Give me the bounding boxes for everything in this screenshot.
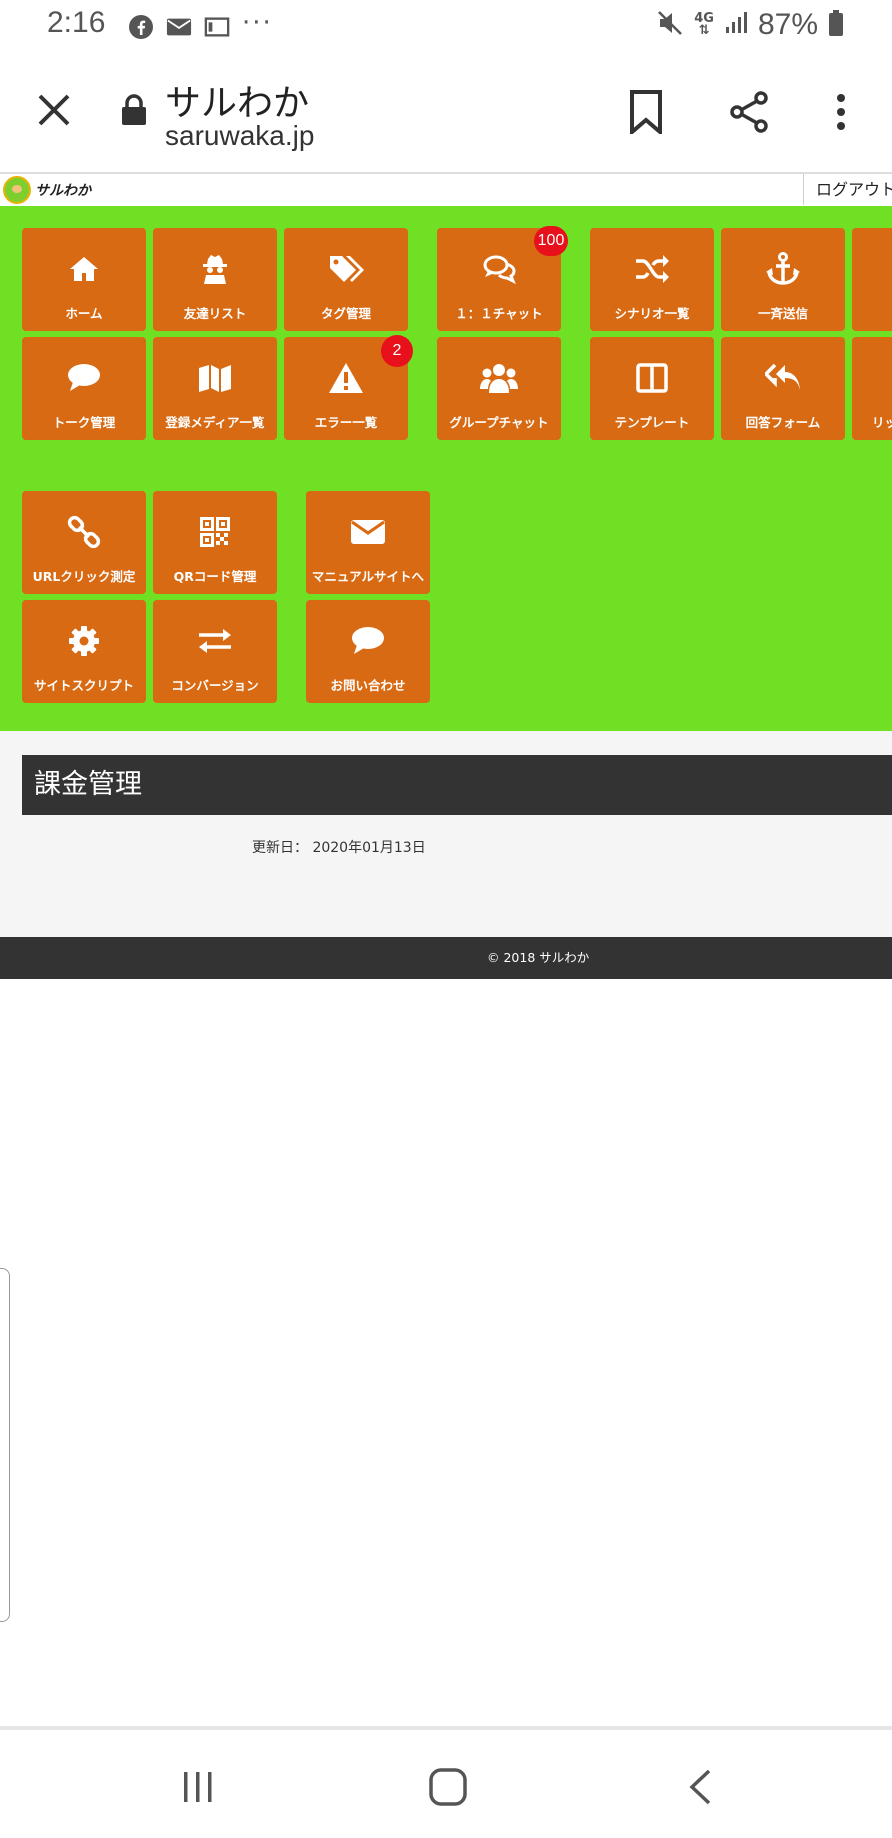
copyright-text: © 2018 サルわか: [487, 950, 590, 965]
more-options-icon[interactable]: [817, 88, 865, 136]
reply-all-icon: [721, 361, 845, 395]
menu-tile-broadcast[interactable]: 一斉送信: [721, 228, 845, 331]
notification-icons: ···: [128, 8, 273, 42]
menu-tile-conversion[interactable]: コンバージョン: [153, 600, 277, 703]
menu-tile-qr-code[interactable]: QRコード管理: [153, 491, 277, 594]
error-count-badge: 2: [381, 335, 413, 367]
menu-tile-label: QRコード管理: [173, 569, 257, 584]
logo-text: サルわか: [35, 183, 91, 199]
menu-tile-talk-management[interactable]: トーク管理: [22, 337, 146, 440]
menu-tile-site-script[interactable]: サイトスクリプト: [22, 600, 146, 703]
unread-chat-badge: 100: [534, 226, 568, 256]
link-icon: [22, 515, 146, 549]
shuffle-icon: [590, 252, 714, 286]
system-navigation-bar: [0, 1726, 892, 1838]
section-title: 課金管理: [22, 755, 892, 815]
menu-tile-group-chat[interactable]: グループチャット: [437, 337, 561, 440]
menu-tile-label: URLクリック測定: [32, 569, 136, 584]
qrcode-icon: [153, 515, 277, 549]
site-footer: © 2018 サルわか: [0, 937, 892, 979]
menu-tile-label: エラー一覧: [314, 415, 378, 430]
menu-tile-partial[interactable]: [852, 228, 892, 331]
back-icon[interactable]: [670, 1762, 730, 1812]
menu-tile-label: グループチャット: [449, 415, 549, 430]
menu-tile-label: 登録メディア一覧: [165, 415, 265, 430]
map-icon: [153, 361, 277, 395]
site-logo[interactable]: サルわか: [3, 176, 91, 204]
menu-tile-home[interactable]: ホーム: [22, 228, 146, 331]
lock-icon: [120, 94, 148, 126]
menu-tile-partial-2[interactable]: リッ: [852, 337, 892, 440]
menu-tile-label: マニュアルサイトへ: [311, 569, 425, 584]
menu-tile-label: シナリオ一覧: [614, 306, 690, 321]
menu-grid: ホーム 友達リスト タグ管理 １：１チャット 100 シナリオ一覧 一斉送信 ト…: [0, 206, 892, 731]
status-bar: 2:16 ··· 4G ⇅ 87%: [0, 0, 892, 52]
main-content: 課金管理 更新日： 2020年01月13日: [0, 731, 892, 937]
share-icon[interactable]: [725, 88, 773, 136]
gear-icon: [22, 624, 146, 658]
battery-icon: [828, 9, 844, 41]
battery-percent: 87%: [757, 8, 818, 41]
menu-tile-label: トーク管理: [52, 415, 116, 430]
menu-tile-label: リッ: [872, 415, 892, 430]
envelope-icon: [306, 515, 430, 549]
menu-tile-label: テンプレート: [614, 415, 690, 430]
home-button-icon[interactable]: [418, 1762, 478, 1812]
menu-tile-friends[interactable]: 友達リスト: [153, 228, 277, 331]
system-icons: 4G ⇅ 87%: [656, 8, 844, 42]
logout-button[interactable]: ログアウト: [803, 174, 892, 205]
menu-tile-answer-form[interactable]: 回答フォーム: [721, 337, 845, 440]
comment-icon: [306, 624, 430, 658]
menu-tile-label: 友達リスト: [183, 306, 247, 321]
menu-tile-media-list[interactable]: 登録メディア一覧: [153, 337, 277, 440]
menu-tile-manual-site[interactable]: マニュアルサイトへ: [306, 491, 430, 594]
close-icon[interactable]: [34, 90, 74, 130]
signal-icon: [724, 11, 748, 39]
facebook-icon: [128, 14, 154, 40]
bookmark-icon[interactable]: [622, 88, 670, 136]
spy-icon: [153, 252, 277, 286]
network-indicator: 4G ⇅: [694, 11, 714, 38]
edge-panel-handle[interactable]: [0, 1268, 10, 1622]
status-time: 2:16: [47, 6, 106, 39]
message-icon: [204, 14, 230, 40]
mute-icon: [656, 9, 684, 41]
monkey-logo-icon: [3, 176, 31, 204]
site-header: サルわか ログアウト: [0, 174, 892, 207]
menu-tile-label: 回答フォーム: [745, 415, 821, 430]
warning-icon: [284, 361, 408, 395]
columns-icon: [590, 361, 714, 395]
recent-apps-icon[interactable]: [168, 1762, 228, 1812]
home-icon: [22, 252, 146, 286]
menu-tile-scenarios[interactable]: シナリオ一覧: [590, 228, 714, 331]
menu-tile-label: ホーム: [65, 306, 103, 321]
menu-tile-templates[interactable]: テンプレート: [590, 337, 714, 440]
menu-tile-label: サイトスクリプト: [33, 678, 134, 693]
more-notifications-icon: ···: [242, 8, 273, 38]
url-text[interactable]: saruwaka.jp: [165, 120, 314, 152]
users-icon: [437, 361, 561, 395]
menu-tile-url-click[interactable]: URLクリック測定: [22, 491, 146, 594]
mail-icon: [166, 14, 192, 40]
menu-tile-error-list[interactable]: エラー一覧 2: [284, 335, 413, 440]
menu-tile-label: 一斉送信: [757, 306, 808, 321]
menu-tile-label: １：１チャット: [455, 306, 543, 321]
menu-tile-label: お問い合わせ: [330, 678, 406, 693]
menu-tile-contact[interactable]: お問い合わせ: [306, 600, 430, 703]
menu-tile-label: コンバージョン: [171, 678, 259, 693]
browser-toolbar: サルわか saruwaka.jp: [0, 60, 892, 174]
tags-icon: [284, 252, 408, 286]
anchor-icon: [721, 252, 845, 286]
menu-tile-one-on-one-chat[interactable]: １：１チャット 100: [437, 226, 568, 331]
comment-icon: [22, 361, 146, 395]
menu-tile-tags[interactable]: タグ管理: [284, 228, 408, 331]
chat-bubbles-icon: [437, 252, 561, 286]
menu-tile-label: タグ管理: [320, 306, 371, 321]
page-title: サルわか: [165, 83, 310, 124]
exchange-icon: [153, 624, 277, 658]
updated-date: 更新日： 2020年01月13日: [252, 840, 426, 856]
